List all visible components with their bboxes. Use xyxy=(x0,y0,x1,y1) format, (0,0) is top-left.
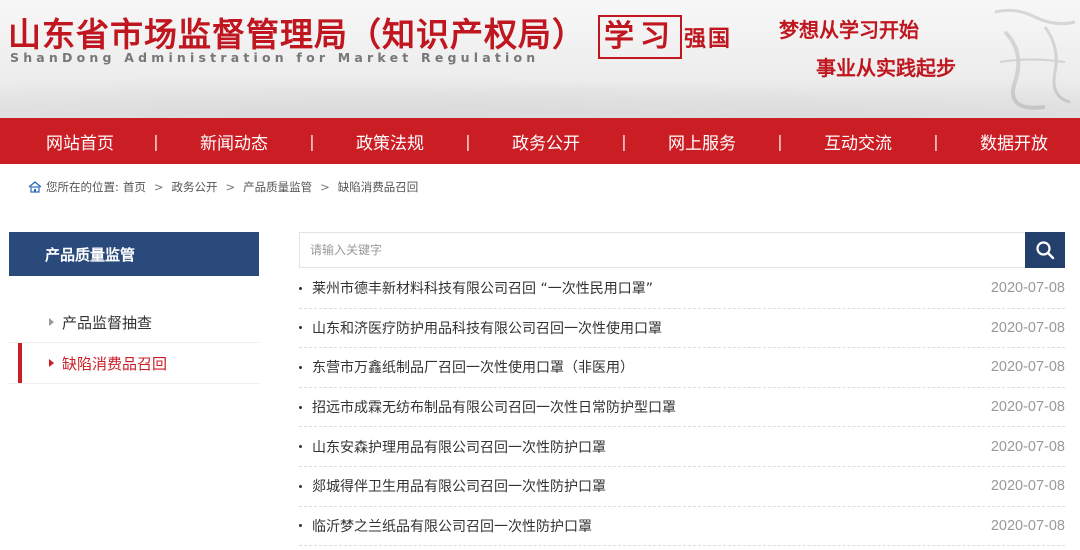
bullet-icon xyxy=(299,365,302,369)
slogan-line-1: 梦想从学习开始 xyxy=(779,18,919,42)
nav-item-gov-affairs[interactable]: 政务公开 xyxy=(488,129,604,154)
list-item[interactable]: 招远市成霖无纺布制品有限公司召回一次性日常防护型口罩 2020-07-08 xyxy=(299,388,1065,428)
nav-separator: | xyxy=(621,131,627,151)
nav-item-online-service[interactable]: 网上服务 xyxy=(644,129,760,154)
nav-item-policy[interactable]: 政策法规 xyxy=(332,129,448,154)
nav-item-open-data[interactable]: 数据开放 xyxy=(956,129,1072,154)
main-nav: 网站首页 | 新闻动态 | 政策法规 | 政务公开 | 网上服务 | 互动交流 … xyxy=(0,118,1080,164)
news-title-link[interactable]: 郯城得伴卫生用品有限公司召回一次性防护口罩 xyxy=(312,476,991,496)
site-title[interactable]: 山东省市场监督管理局（知识产权局） xyxy=(8,8,586,56)
sidebar-item-defect-recall[interactable]: 缺陷消费品召回 xyxy=(9,343,259,384)
bullet-icon xyxy=(299,524,302,528)
bullet-icon xyxy=(299,286,302,290)
list-item[interactable]: 山东和济医疗防护用品科技有限公司召回一次性使用口罩 2020-07-08 xyxy=(299,309,1065,349)
nav-separator: | xyxy=(309,131,315,151)
news-title-link[interactable]: 山东和济医疗防护用品科技有限公司召回一次性使用口罩 xyxy=(312,318,991,338)
xuexi-logo-small-text: 强国 xyxy=(684,26,733,52)
breadcrumb-link-gov-affairs[interactable]: 政务公开 xyxy=(172,179,218,195)
nav-separator: | xyxy=(465,131,471,151)
breadcrumb-prefix: 您所在的位置: xyxy=(46,180,119,194)
triangle-right-icon xyxy=(49,359,54,367)
list-item[interactable]: 东营市万鑫纸制品厂召回一次性使用口罩（非医用） 2020-07-08 xyxy=(299,348,1065,388)
bullet-icon xyxy=(299,405,302,409)
sidebar-item-label: 缺陷消费品召回 xyxy=(62,354,168,373)
slogan-line-2: 事业从实践起步 xyxy=(816,56,956,80)
news-date: 2020-07-08 xyxy=(990,438,1065,455)
triangle-right-icon xyxy=(49,318,54,326)
news-date: 2020-07-08 xyxy=(990,478,1065,495)
breadcrumb-link-home[interactable]: 首页 xyxy=(123,179,146,195)
nav-separator: | xyxy=(153,131,159,151)
breadcrumb-separator: > xyxy=(153,180,164,194)
news-date: 2020-07-08 xyxy=(990,399,1065,416)
news-title-link[interactable]: 山东安森护理用品有限公司召回一次性防护口罩 xyxy=(312,437,991,457)
site-subtitle: ShanDong Administration for Market Regul… xyxy=(10,50,540,65)
breadcrumb-current[interactable]: 缺陷消费品召回 xyxy=(338,179,419,195)
news-date: 2020-07-08 xyxy=(990,359,1065,376)
site-header: 山东省市场监督管理局（知识产权局） ShanDong Administratio… xyxy=(0,0,1080,118)
news-list: 莱州市德丰新材料科技有限公司召回 “一次性民用口罩” 2020-07-08 山东… xyxy=(299,269,1065,547)
main-panel: 莱州市德丰新材料科技有限公司召回 “一次性民用口罩” 2020-07-08 山东… xyxy=(283,232,1080,550)
search-icon xyxy=(1036,241,1055,260)
list-item[interactable]: 郯城得伴卫生用品有限公司召回一次性防护口罩 2020-07-08 xyxy=(299,467,1065,507)
nav-separator: | xyxy=(777,131,783,151)
news-date: 2020-07-08 xyxy=(990,517,1065,534)
news-title-link[interactable]: 东营市万鑫纸制品厂召回一次性使用口罩（非医用） xyxy=(312,357,991,377)
breadcrumb-separator: > xyxy=(320,180,330,194)
seal-icon xyxy=(994,8,1076,110)
xuexi-logo-box-text: 学习 xyxy=(598,15,682,59)
home-icon xyxy=(28,181,42,193)
news-date: 2020-07-08 xyxy=(990,280,1065,297)
news-date: 2020-07-08 xyxy=(990,319,1065,336)
news-title-link[interactable]: 莱州市德丰新材料科技有限公司召回 “一次性民用口罩” xyxy=(312,278,991,298)
breadcrumb-link-quality[interactable]: 产品质量监管 xyxy=(243,179,312,195)
sidebar-item-label: 产品监督抽查 xyxy=(62,313,153,332)
nav-item-interaction[interactable]: 互动交流 xyxy=(800,129,916,154)
list-item[interactable]: 山东安森护理用品有限公司召回一次性防护口罩 2020-07-08 xyxy=(299,427,1065,467)
list-item[interactable]: 临沂梦之兰纸品有限公司召回一次性防护口罩 2020-07-08 xyxy=(299,507,1065,547)
content-area: 产品质量监管 产品监督抽查 缺陷消费品召回 请输入关键字 莱州市德丰新材料科技有… xyxy=(0,210,1080,550)
search-bar xyxy=(299,232,1080,268)
bullet-icon xyxy=(299,445,302,449)
bullet-icon xyxy=(299,484,302,488)
nav-separator: | xyxy=(933,131,939,151)
nav-item-news[interactable]: 新闻动态 xyxy=(176,129,292,154)
search-button[interactable] xyxy=(1025,232,1065,268)
list-item[interactable]: 莱州市德丰新材料科技有限公司召回 “一次性民用口罩” 2020-07-08 xyxy=(299,269,1065,309)
xuexi-qiangguo-logo[interactable]: 学习 强国 xyxy=(598,14,732,60)
breadcrumb: 您所在的位置: 首页 > 政务公开 > 产品质量监管 > 缺陷消费品召回 xyxy=(0,164,1080,210)
sidebar-list: 产品监督抽查 缺陷消费品召回 xyxy=(9,302,259,384)
search-input[interactable] xyxy=(299,232,1025,268)
nav-item-home[interactable]: 网站首页 xyxy=(24,129,136,154)
news-title-link[interactable]: 临沂梦之兰纸品有限公司召回一次性防护口罩 xyxy=(312,516,991,536)
sidebar-item-product-inspection[interactable]: 产品监督抽查 xyxy=(9,302,259,343)
breadcrumb-separator: > xyxy=(225,180,236,194)
sidebar: 产品质量监管 产品监督抽查 缺陷消费品召回 xyxy=(9,232,259,550)
news-title-link[interactable]: 招远市成霖无纺布制品有限公司召回一次性日常防护型口罩 xyxy=(312,397,991,417)
bullet-icon xyxy=(299,326,302,330)
sidebar-heading: 产品质量监管 xyxy=(9,232,259,276)
